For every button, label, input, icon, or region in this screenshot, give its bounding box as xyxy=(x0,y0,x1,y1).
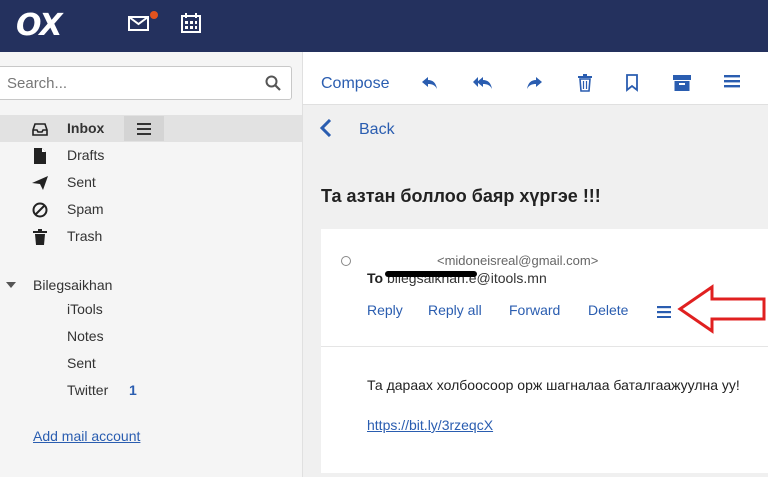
folder-label: Inbox xyxy=(67,120,105,136)
folder-notes[interactable]: Notes xyxy=(67,328,104,344)
folder-spam[interactable]: Spam xyxy=(0,196,302,223)
search-icon[interactable] xyxy=(265,75,281,96)
add-mail-account-link[interactable]: Add mail account xyxy=(33,428,140,444)
search-placeholder: Search... xyxy=(7,75,68,92)
reply-all-button[interactable]: Reply all xyxy=(428,302,482,318)
back-button[interactable]: Back xyxy=(359,121,395,139)
to-label: To xyxy=(367,270,384,286)
ban-icon xyxy=(32,202,48,218)
folder-inbox[interactable]: Inbox xyxy=(0,115,302,142)
divider xyxy=(321,346,768,347)
more-menu-icon[interactable] xyxy=(724,74,742,92)
folder-account-sent[interactable]: Sent xyxy=(67,355,96,371)
sender-address[interactable]: <midoneisreal@gmail.com> xyxy=(437,253,598,268)
ox-logo[interactable]: OX xyxy=(16,8,63,43)
folder-label: Drafts xyxy=(67,147,105,163)
unread-count-badge: 1 xyxy=(129,382,137,398)
search-input[interactable]: Search... xyxy=(0,66,292,100)
mail-app-icon[interactable] xyxy=(128,11,158,37)
reply-button[interactable]: Reply xyxy=(367,302,403,318)
folder-label: Spam xyxy=(67,201,104,217)
redaction-mark xyxy=(385,271,477,277)
delete-icon[interactable] xyxy=(577,74,595,92)
message-card: <midoneisreal@gmail.com> To bilegsaikhan… xyxy=(321,229,768,473)
message-subject: Та азтан боллоо баяр хүргэе !!! xyxy=(321,186,601,206)
message-more-menu-icon[interactable] xyxy=(657,305,671,321)
folder-label: Trash xyxy=(67,228,103,244)
file-icon xyxy=(32,148,48,164)
reply-all-icon[interactable] xyxy=(473,74,492,92)
account-section-header[interactable]: Bilegsaikhan xyxy=(0,274,302,298)
inbox-icon xyxy=(32,121,48,137)
compose-button[interactable]: Compose xyxy=(321,75,389,93)
delete-button[interactable]: Delete xyxy=(588,302,628,318)
notification-dot xyxy=(150,11,158,19)
forward-icon[interactable] xyxy=(525,74,543,92)
trash-icon xyxy=(32,229,48,245)
top-bar: OX xyxy=(0,0,768,52)
mail-toolbar: Compose xyxy=(303,52,768,105)
folder-label: Sent xyxy=(67,174,96,190)
folder-sidebar: Search... Inbox Drafts Sent Spam Trash B… xyxy=(0,52,303,477)
folder-sent[interactable]: Sent xyxy=(0,169,302,196)
forward-button[interactable]: Forward xyxy=(509,302,560,318)
archive-icon[interactable] xyxy=(673,74,691,92)
folder-drafts[interactable]: Drafts xyxy=(0,142,302,169)
account-name: Bilegsaikhan xyxy=(33,277,113,293)
reply-icon[interactable] xyxy=(421,74,439,92)
folder-itools[interactable]: iTools xyxy=(67,301,103,317)
select-radio[interactable] xyxy=(341,256,351,266)
annotation-arrow-icon xyxy=(676,283,768,340)
paper-plane-icon xyxy=(32,175,48,191)
chevron-left-icon[interactable] xyxy=(319,118,333,142)
caret-down-icon[interactable] xyxy=(6,282,16,288)
calendar-icon[interactable] xyxy=(181,13,201,38)
folder-menu-button[interactable] xyxy=(124,116,164,141)
message-body-text: Та дараах холбоосоор орж шагналаа баталг… xyxy=(367,377,740,393)
message-body-link[interactable]: https://bit.ly/3rzeqcX xyxy=(367,417,493,433)
folder-twitter[interactable]: Twitter xyxy=(67,382,108,398)
bookmark-icon[interactable] xyxy=(625,74,643,92)
folder-trash[interactable]: Trash xyxy=(0,223,302,250)
